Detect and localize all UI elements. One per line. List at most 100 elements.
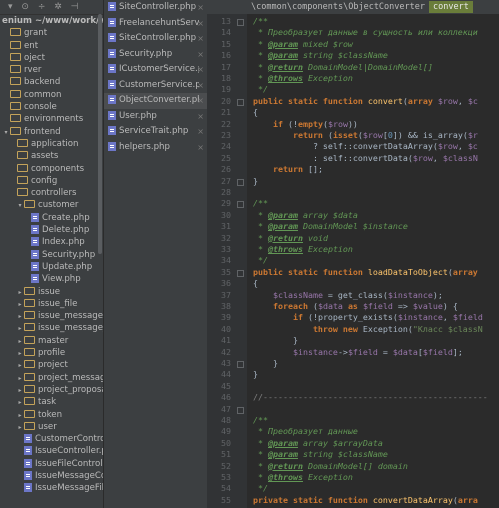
code-line[interactable]: { <box>253 107 258 118</box>
code-line[interactable]: public static function convert(array $ro… <box>253 96 478 107</box>
fold-marker-icon[interactable] <box>237 201 244 209</box>
code-line[interactable]: * Преобразует данные <box>253 426 358 437</box>
tree-item-issuemessagecontro[interactable]: IssueMessageContro <box>0 470 103 482</box>
code-line[interactable]: } <box>253 369 258 380</box>
collapsed-arrow-icon[interactable]: ▸ <box>16 373 24 384</box>
tree-item-issue-file[interactable]: ▸ issue_file <box>0 298 103 310</box>
code-line[interactable]: * @throws Exception <box>253 244 353 255</box>
expanded-arrow-icon[interactable]: ▾ <box>2 127 10 138</box>
code-line[interactable]: } <box>253 176 258 187</box>
code-line[interactable]: */ <box>253 483 268 494</box>
dropdown-arrow-icon[interactable]: ▾ <box>8 2 13 12</box>
code-line[interactable]: * Преобразует данные в сущность или колл… <box>253 27 478 38</box>
tree-item-issue-message[interactable]: ▸ issue_message <box>0 310 103 322</box>
code-line[interactable]: * @param mixed $row <box>253 39 353 50</box>
tree-item-profile[interactable]: ▸ profile <box>0 347 103 359</box>
tree-item-common[interactable]: common <box>0 89 103 101</box>
code-line[interactable]: } <box>253 358 278 369</box>
tree-item-view-php[interactable]: View.php <box>0 273 103 285</box>
tree-scrollbar[interactable] <box>98 14 102 254</box>
open-file-item[interactable]: User.php × <box>104 109 208 125</box>
tree-item-security-php[interactable]: Security.php <box>0 249 103 261</box>
code-line[interactable]: * @return void <box>253 233 328 244</box>
code-line[interactable]: $className = get_class($instance); <box>253 290 443 301</box>
close-icon[interactable]: × <box>197 62 204 78</box>
code-line[interactable]: : self::convertData($row, $classN <box>253 153 478 164</box>
close-icon[interactable]: × <box>197 93 204 109</box>
open-file-item[interactable]: ObjectConverter.ph × <box>104 93 208 109</box>
fold-marker-icon[interactable] <box>237 269 244 277</box>
tree-item-issuecontroller-php[interactable]: IssueController.php <box>0 445 103 457</box>
code-line[interactable]: if (!empty($row)) <box>253 119 358 130</box>
hide-icon[interactable]: ⊣ <box>71 2 79 12</box>
tree-item-rver[interactable]: rver <box>0 64 103 76</box>
close-icon[interactable]: × <box>197 140 204 156</box>
open-file-item[interactable]: FreelancehuntServic × <box>104 16 208 32</box>
close-icon[interactable]: × <box>197 47 204 63</box>
code-line[interactable]: { <box>253 278 258 289</box>
code-line[interactable]: /** <box>253 198 268 209</box>
tree-item-config[interactable]: config <box>0 175 103 187</box>
tree-item-oject[interactable]: oject <box>0 52 103 64</box>
collapsed-arrow-icon[interactable]: ▸ <box>16 410 24 421</box>
code-line[interactable]: */ <box>253 84 268 95</box>
tree-item-delete-php[interactable]: Delete.php <box>0 224 103 236</box>
code-line[interactable]: * @return DomainModel|DomainModel[] <box>253 62 433 73</box>
tree-item-master[interactable]: ▸ master <box>0 335 103 347</box>
tree-item-customercontroller-[interactable]: CustomerController. <box>0 433 103 445</box>
code-line[interactable]: return []; <box>253 164 323 175</box>
collapsed-arrow-icon[interactable]: ▸ <box>16 385 24 396</box>
code-editor[interactable]: \common\components\ObjectConverter conver… <box>207 0 499 508</box>
collapsed-arrow-icon[interactable]: ▸ <box>16 360 24 371</box>
code-line[interactable]: public static function loadDataToObject(… <box>253 267 478 278</box>
tree-item-console[interactable]: console <box>0 101 103 113</box>
code-line[interactable]: if (!property_exists($instance, $field <box>253 312 483 323</box>
code-line[interactable]: * @param string $className <box>253 449 388 460</box>
code-line[interactable]: * @param array $arrayData <box>253 438 383 449</box>
code-line[interactable]: throw new Exception("Класс $classN <box>253 324 483 335</box>
code-line[interactable]: foreach ($data as $field => $value) { <box>253 301 458 312</box>
tree-item-task[interactable]: ▸ task <box>0 396 103 408</box>
tree-item-customer[interactable]: ▾ customer <box>0 199 103 211</box>
open-file-item[interactable]: SiteController.php × <box>104 0 208 16</box>
collapsed-arrow-icon[interactable]: ▸ <box>16 397 24 408</box>
tree-item-issuemessagefileco[interactable]: IssueMessageFileCo <box>0 482 103 494</box>
fold-marker-icon[interactable] <box>237 98 244 106</box>
fold-marker-icon[interactable] <box>237 178 244 186</box>
code-line[interactable]: $instance->$field = $data[$field]; <box>253 347 463 358</box>
open-file-item[interactable]: SiteController.php × <box>104 31 208 47</box>
code-line[interactable]: * @param string $className <box>253 50 388 61</box>
code-line[interactable]: return (isset($row[0]) && is_array($r <box>253 130 478 141</box>
close-icon[interactable]: × <box>197 78 204 94</box>
open-file-item[interactable]: ServiceTrait.php × <box>104 124 208 140</box>
tree-item-controllers[interactable]: controllers <box>0 187 103 199</box>
fold-marker-icon[interactable] <box>237 19 244 26</box>
code-line[interactable]: /** <box>253 415 268 426</box>
breadcrumb-path[interactable]: \common\components\ObjectConverter <box>251 2 425 12</box>
tree-item-application[interactable]: application <box>0 138 103 150</box>
breadcrumb-method[interactable]: convert <box>429 1 473 13</box>
tree-item-update-php[interactable]: Update.php <box>0 261 103 273</box>
code-line[interactable]: private static function convertDataArray… <box>253 495 478 506</box>
tree-item-components[interactable]: components <box>0 163 103 175</box>
code-line[interactable]: */ <box>253 255 268 266</box>
expanded-arrow-icon[interactable]: ▾ <box>16 200 24 211</box>
code-line[interactable]: * @throws Exception <box>253 73 353 84</box>
tree-item-user[interactable]: ▸ user <box>0 421 103 433</box>
tree-item-issuefilecontroller-p[interactable]: IssueFileController.p <box>0 458 103 470</box>
open-file-item[interactable]: helpers.php × <box>104 140 208 156</box>
tree-item-ent[interactable]: ent <box>0 40 103 52</box>
close-icon[interactable]: × <box>197 31 204 47</box>
tree-item-index-php[interactable]: Index.php <box>0 236 103 248</box>
code-line[interactable]: * @param array $data <box>253 210 358 221</box>
collapsed-arrow-icon[interactable]: ▸ <box>16 311 24 322</box>
open-file-item[interactable]: Security.php × <box>104 47 208 63</box>
open-file-item[interactable]: CustomerService.ph × <box>104 78 208 94</box>
tree-item-assets[interactable]: assets <box>0 150 103 162</box>
tree-item-project-message[interactable]: ▸ project_message <box>0 372 103 384</box>
collapsed-arrow-icon[interactable]: ▸ <box>16 336 24 347</box>
fold-marker-icon[interactable] <box>237 361 244 368</box>
fold-marker-icon[interactable] <box>237 406 244 414</box>
code-line[interactable]: /** <box>253 16 268 27</box>
tree-item-grant[interactable]: grant <box>0 27 103 39</box>
